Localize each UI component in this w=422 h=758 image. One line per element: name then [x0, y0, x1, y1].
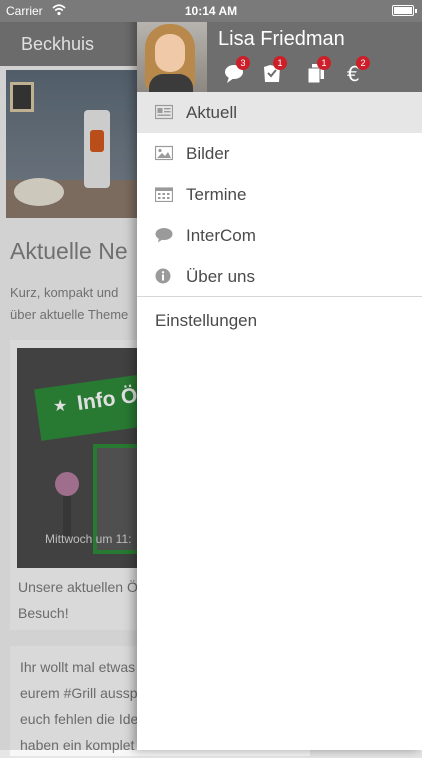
image-icon: [155, 145, 173, 161]
info-icon: [155, 268, 171, 284]
calendar-icon: [155, 187, 173, 202]
menu-item-ueber-uns[interactable]: Über uns: [137, 256, 422, 297]
speech-bubble-icon: [155, 228, 173, 243]
newspaper-icon: [155, 104, 173, 120]
drawer-menu: Aktuell Bilder Termine InterCom Über uns: [137, 92, 422, 297]
menu-item-intercom[interactable]: InterCom: [137, 215, 422, 256]
clock: 10:14 AM: [184, 4, 238, 18]
avatar[interactable]: [137, 22, 207, 92]
menu-item-label: Aktuell: [186, 103, 238, 122]
chat-badge: 3: [236, 56, 250, 70]
menu-item-termine[interactable]: Termine: [137, 174, 422, 215]
settings-link[interactable]: Einstellungen: [155, 311, 257, 331]
menu-item-label: Termine: [186, 185, 247, 204]
side-drawer: Lisa Friedman 3 1 1 € 2 Aktuell Bilder T…: [137, 0, 422, 750]
battery-icon: [392, 5, 417, 16]
checklist-badge: 1: [273, 56, 287, 70]
menu-item-label: Bilder: [186, 144, 230, 163]
status-bar: Carrier 10:14 AM: [0, 0, 422, 22]
documents-badge: 1: [317, 56, 331, 70]
menu-item-aktuell[interactable]: Aktuell: [137, 92, 422, 133]
user-name: Lisa Friedman: [218, 28, 345, 50]
chat-icon[interactable]: 3: [224, 56, 250, 84]
menu-item-label: Über uns: [186, 267, 255, 286]
checklist-icon[interactable]: 1: [261, 56, 287, 84]
menu-divider: [137, 296, 422, 297]
drawer-header: Lisa Friedman 3 1 1 € 2: [137, 22, 422, 92]
documents-icon[interactable]: 1: [305, 56, 331, 84]
menu-item-label: InterCom: [186, 226, 256, 245]
euro-icon[interactable]: € 2: [344, 56, 370, 86]
euro-badge: 2: [356, 56, 370, 70]
menu-item-bilder[interactable]: Bilder: [137, 133, 422, 174]
